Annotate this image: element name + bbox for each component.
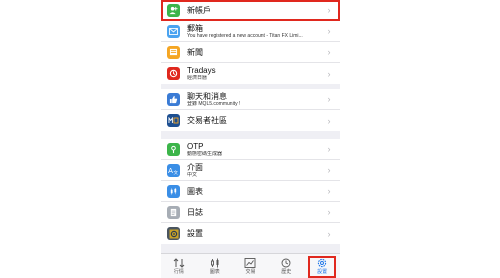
mql5-icon [167,114,180,127]
svg-text:A: A [168,166,173,175]
menu-item-news[interactable]: 新聞 › [161,42,340,63]
menu-item-new-account[interactable]: 新帳戶 › [161,0,340,21]
menu-item-title: 新帳戶 [187,5,211,15]
tab-settings[interactable]: 設置 [304,254,340,278]
tab-label: 設置 [317,268,328,275]
menu-item-subtitle: 動態密碼生成器 [187,150,223,157]
menu-item-title: Tradays [187,66,216,75]
menu-item-subtitle: 登錄 MQL5.community ! [187,100,241,107]
tab-history[interactable]: 歷史 [268,254,304,278]
menu-item-title: 介面 [187,162,203,172]
section-community: 聊天和消息 登錄 MQL5.community ! › 交易者社區 › [161,89,340,131]
chevron-right-icon: › [327,165,331,175]
menu-item-charts[interactable]: 圖表 › [161,181,340,202]
menu-item-otp[interactable]: OTP 動態密碼生成器 › [161,139,340,160]
app-screen: 新帳戶 › 郵箱 You have registered a new accou… [161,0,340,278]
menu-item-traders-community[interactable]: 交易者社區 › [161,110,340,131]
chart-icon [210,258,219,267]
menu-item-subtitle: You have registered a new account - Tita… [187,32,303,39]
chevron-right-icon: › [327,5,331,15]
bottom-tab-bar: 行情 圖表 交易 歷史 設置 [161,253,340,278]
trade-icon [245,257,256,268]
menu-item-title: 新聞 [187,47,203,57]
tab-label: 交易 [245,268,256,275]
mail-icon [167,24,180,38]
menu-item-title: 聊天和消息 [187,91,227,101]
section-settings: OTP 動態密碼生成器 › A文 介面 中文 › 圖表 › 日誌 › 設置 › [161,139,340,244]
chevron-right-icon: › [327,68,331,79]
menu-item-subtitle: 中文 [187,171,198,178]
menu-item-settings[interactable]: 設置 › [161,223,340,244]
tradays-icon [167,67,180,80]
language-icon: A文 [167,163,180,177]
chevron-right-icon: › [327,94,331,104]
section-accounts: 新帳戶 › 郵箱 You have registered a new accou… [161,0,340,84]
gear-icon [167,227,180,240]
chevron-right-icon: › [327,186,331,196]
chevron-right-icon: › [327,115,331,126]
quotes-icon [173,257,185,268]
menu-item-tradays[interactable]: Tradays 經濟日曆 › [161,63,340,84]
menu-item-title: OTP [187,141,204,151]
menu-item-chat[interactable]: 聊天和消息 登錄 MQL5.community ! › [161,89,340,110]
menu-item-title: 交易者社區 [187,116,227,125]
news-icon [167,45,180,59]
chevron-right-icon: › [327,26,331,36]
menu-item-journal[interactable]: 日誌 › [161,202,340,223]
tab-quotes[interactable]: 行情 [161,254,197,278]
tab-charts[interactable]: 圖表 [197,254,233,278]
thumbs-up-icon [167,92,180,106]
chevron-right-icon: › [327,47,331,57]
svg-text:文: 文 [174,169,179,175]
tab-trade[interactable]: 交易 [233,254,269,278]
menu-item-interface[interactable]: A文 介面 中文 › [161,160,340,181]
settings-icon [317,258,327,267]
menu-item-title: 設置 [187,229,203,238]
chevron-right-icon: › [327,228,331,239]
menu-item-title: 圖表 [187,186,203,196]
tab-label: 歷史 [281,268,292,275]
journal-icon [167,205,180,219]
menu-item-title: 郵箱 [187,23,203,33]
history-icon [281,258,291,267]
add-user-icon [167,3,180,17]
chevron-right-icon: › [327,144,331,154]
menu-item-mailbox[interactable]: 郵箱 You have registered a new account - T… [161,21,340,42]
tab-label: 圖表 [209,268,220,275]
menu-item-title: 日誌 [187,207,203,217]
tab-label: 行情 [173,268,184,275]
candles-icon [167,184,180,198]
menu-item-subtitle: 經濟日曆 [187,75,208,81]
otp-icon [167,142,180,156]
chevron-right-icon: › [327,207,331,217]
